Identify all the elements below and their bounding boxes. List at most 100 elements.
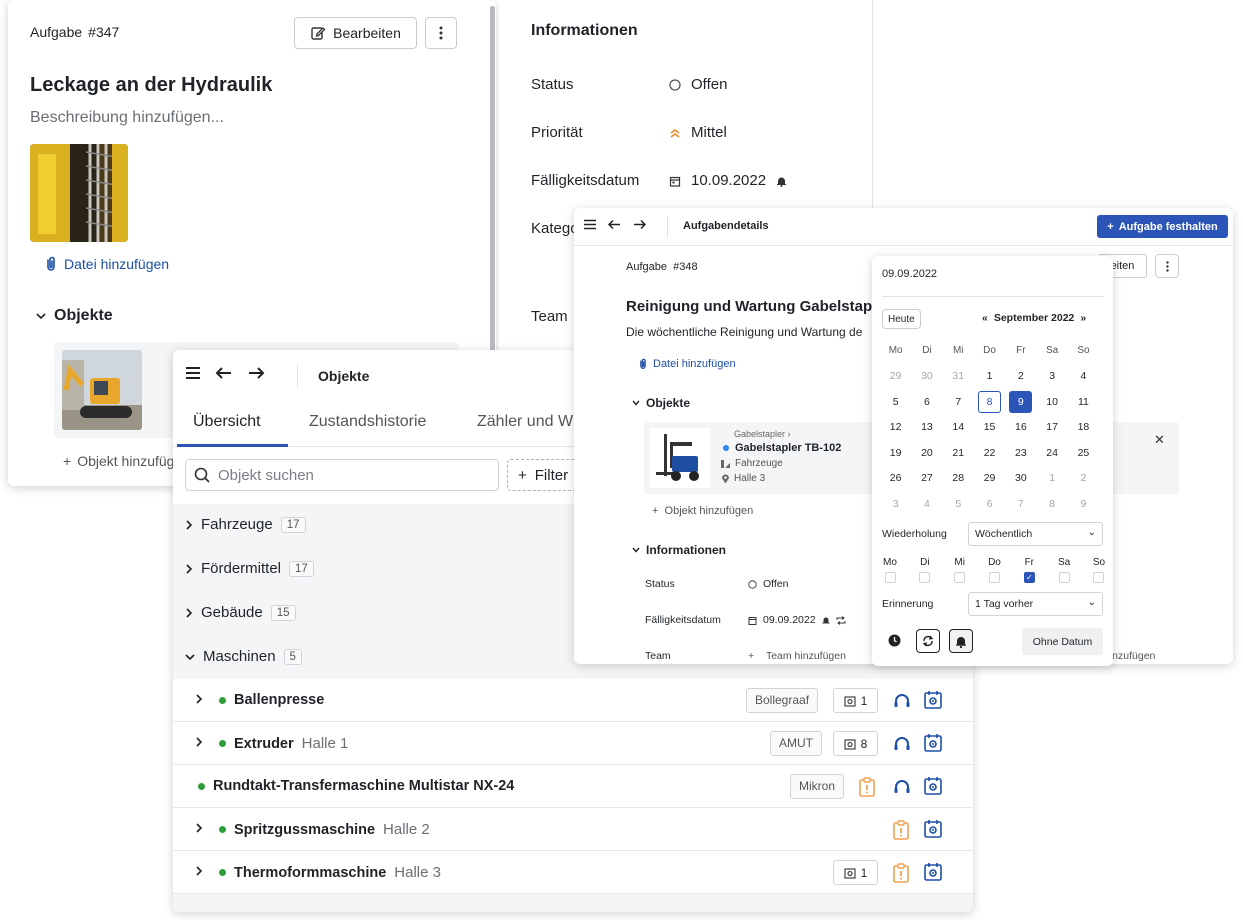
reminder-select[interactable]: 1 Tag vorher ⌄: [968, 592, 1103, 616]
task-description[interactable]: Die wöchentliche Reinigung und Wartung d…: [626, 325, 874, 339]
repeat-day-checkbox[interactable]: [1058, 572, 1070, 583]
calendar-day[interactable]: 2: [1068, 468, 1099, 490]
machine-row-extruder[interactable]: Extruder Halle 1 AMUT 8: [173, 722, 973, 765]
menu-icon[interactable]: [584, 219, 596, 230]
repeat-day-checkbox[interactable]: [1093, 572, 1105, 583]
group-fahrzeuge[interactable]: Fahrzeuge 17: [185, 516, 306, 533]
warning-clipboard-icon[interactable]: [892, 820, 910, 840]
calendar-day[interactable]: 24: [1036, 442, 1067, 464]
repeat-day-checkbox[interactable]: [954, 572, 966, 583]
calendar-day[interactable]: 29: [880, 366, 911, 388]
tab-overview[interactable]: Übersicht: [193, 413, 261, 431]
calendar-day[interactable]: 15: [974, 417, 1005, 439]
calendar-day[interactable]: 4: [911, 493, 942, 515]
calendar-day[interactable]: 2: [1005, 366, 1036, 388]
repeat-toggle-icon[interactable]: [916, 629, 940, 653]
calendar-day[interactable]: 14: [943, 417, 974, 439]
calendar-day[interactable]: 3: [1036, 366, 1067, 388]
add-object-link[interactable]: + Objekt hinzufügen: [652, 505, 753, 517]
machine-row-thermoform[interactable]: Thermoformmaschine Halle 3 1: [173, 851, 973, 894]
close-icon[interactable]: ✕: [1154, 432, 1165, 448]
back-arrow-icon[interactable]: [608, 219, 621, 230]
calendar-day[interactable]: 27: [911, 468, 942, 490]
warning-clipboard-icon[interactable]: [858, 777, 876, 797]
forward-arrow-icon[interactable]: [633, 219, 646, 230]
calendar-day[interactable]: 21: [943, 442, 974, 464]
calendar-day[interactable]: 30: [1005, 468, 1036, 490]
prev-month-button[interactable]: «: [982, 312, 988, 324]
task-title[interactable]: Reinigung und Wartung Gabelstap: [626, 298, 874, 315]
calendar-day[interactable]: 23: [1005, 442, 1036, 464]
calendar-day[interactable]: 10: [1036, 391, 1067, 413]
tab-condition-history[interactable]: Zustandshistorie: [309, 413, 426, 431]
object-name[interactable]: Gabelstapler TB-102: [723, 442, 841, 454]
calendar-day[interactable]: 17: [1036, 417, 1067, 439]
repeat-day-checkbox[interactable]: [884, 572, 896, 583]
information-section-toggle[interactable]: Informationen: [632, 543, 726, 557]
attachment-image[interactable]: [30, 144, 128, 242]
calendar-day[interactable]: 4: [1068, 366, 1099, 388]
calendar-day[interactable]: 29: [974, 468, 1005, 490]
status-value[interactable]: Offen: [669, 76, 727, 93]
calendar-day[interactable]: 16: [1005, 417, 1036, 439]
scrollbar[interactable]: [490, 6, 495, 356]
headset-icon[interactable]: [892, 691, 912, 711]
description-field[interactable]: Beschreibung hinzufügen...: [30, 109, 224, 127]
add-team-link[interactable]: + Team hinzufügen: [748, 650, 846, 662]
chevron-right-icon[interactable]: [195, 865, 203, 877]
due-date-value[interactable]: 09.09.2022: [748, 614, 846, 626]
forward-arrow-icon[interactable]: [247, 366, 265, 380]
today-button[interactable]: Heute: [882, 309, 921, 329]
calendar-day[interactable]: 31: [943, 366, 974, 388]
calendar-day[interactable]: 6: [911, 391, 942, 413]
save-task-button[interactable]: + Aufgabe festhalten: [1097, 215, 1228, 238]
calendar-day[interactable]: 8: [1036, 493, 1067, 515]
chevron-right-icon[interactable]: [195, 736, 203, 748]
maintenance-calendar-icon[interactable]: [923, 733, 943, 753]
headset-icon[interactable]: [892, 777, 912, 797]
calendar-day[interactable]: 3: [880, 493, 911, 515]
group-maschinen[interactable]: Maschinen 5: [185, 648, 302, 665]
counter-badge[interactable]: 1: [833, 688, 878, 713]
maintenance-calendar-icon[interactable]: [923, 819, 943, 839]
calendar-day[interactable]: 19: [880, 442, 911, 464]
no-date-button[interactable]: Ohne Datum: [1022, 628, 1103, 655]
repeat-day-checkbox[interactable]: ✓: [1023, 572, 1035, 583]
repeat-day-checkbox[interactable]: [988, 572, 1000, 583]
machine-row-rundtakt[interactable]: Rundtakt-Transfermaschine Multistar NX-2…: [173, 765, 973, 808]
calendar-day[interactable]: 5: [880, 391, 911, 413]
chevron-right-icon[interactable]: [195, 693, 203, 705]
more-options-button[interactable]: [425, 17, 457, 49]
more-options-button[interactable]: [1155, 254, 1179, 278]
counter-badge[interactable]: 1: [833, 860, 878, 885]
back-arrow-icon[interactable]: [215, 366, 233, 380]
machine-row-ballenpresse[interactable]: Ballenpresse Bollegraaf 1: [173, 679, 973, 722]
machine-row-spritzguss[interactable]: Spritzgussmaschine Halle 2: [173, 808, 973, 851]
objects-section-toggle[interactable]: Objekte: [36, 307, 113, 325]
object-search-input[interactable]: Objekt suchen: [185, 459, 499, 491]
menu-icon[interactable]: [185, 366, 201, 380]
status-value[interactable]: Offen: [748, 578, 789, 590]
clock-icon[interactable]: [888, 634, 901, 647]
add-file-link[interactable]: Datei hinzufügen: [638, 358, 736, 370]
calendar-day[interactable]: 25: [1068, 442, 1099, 464]
calendar-day[interactable]: 9: [1068, 493, 1099, 515]
maintenance-calendar-icon[interactable]: [923, 862, 943, 882]
calendar-day[interactable]: 1: [974, 366, 1005, 388]
maintenance-calendar-icon[interactable]: [923, 776, 943, 796]
next-month-button[interactable]: »: [1080, 312, 1086, 324]
headset-icon[interactable]: [892, 734, 912, 754]
calendar-day[interactable]: 1: [1036, 468, 1067, 490]
chevron-right-icon[interactable]: [195, 822, 203, 834]
calendar-day[interactable]: 30: [911, 366, 942, 388]
add-file-link[interactable]: Datei hinzufügen: [44, 256, 169, 272]
group-gebaeude[interactable]: Gebäude 15: [185, 604, 296, 621]
date-input[interactable]: 09.09.2022: [882, 268, 937, 280]
calendar-day[interactable]: 18: [1068, 417, 1099, 439]
calendar-day[interactable]: 13: [911, 417, 942, 439]
today-day[interactable]: 8: [977, 391, 1002, 413]
selected-day[interactable]: 9: [1009, 391, 1033, 413]
due-date-value[interactable]: 10.09.2022: [669, 172, 787, 189]
warning-clipboard-icon[interactable]: [892, 863, 910, 883]
repeat-select[interactable]: Wöchentlich ⌄: [968, 522, 1103, 546]
